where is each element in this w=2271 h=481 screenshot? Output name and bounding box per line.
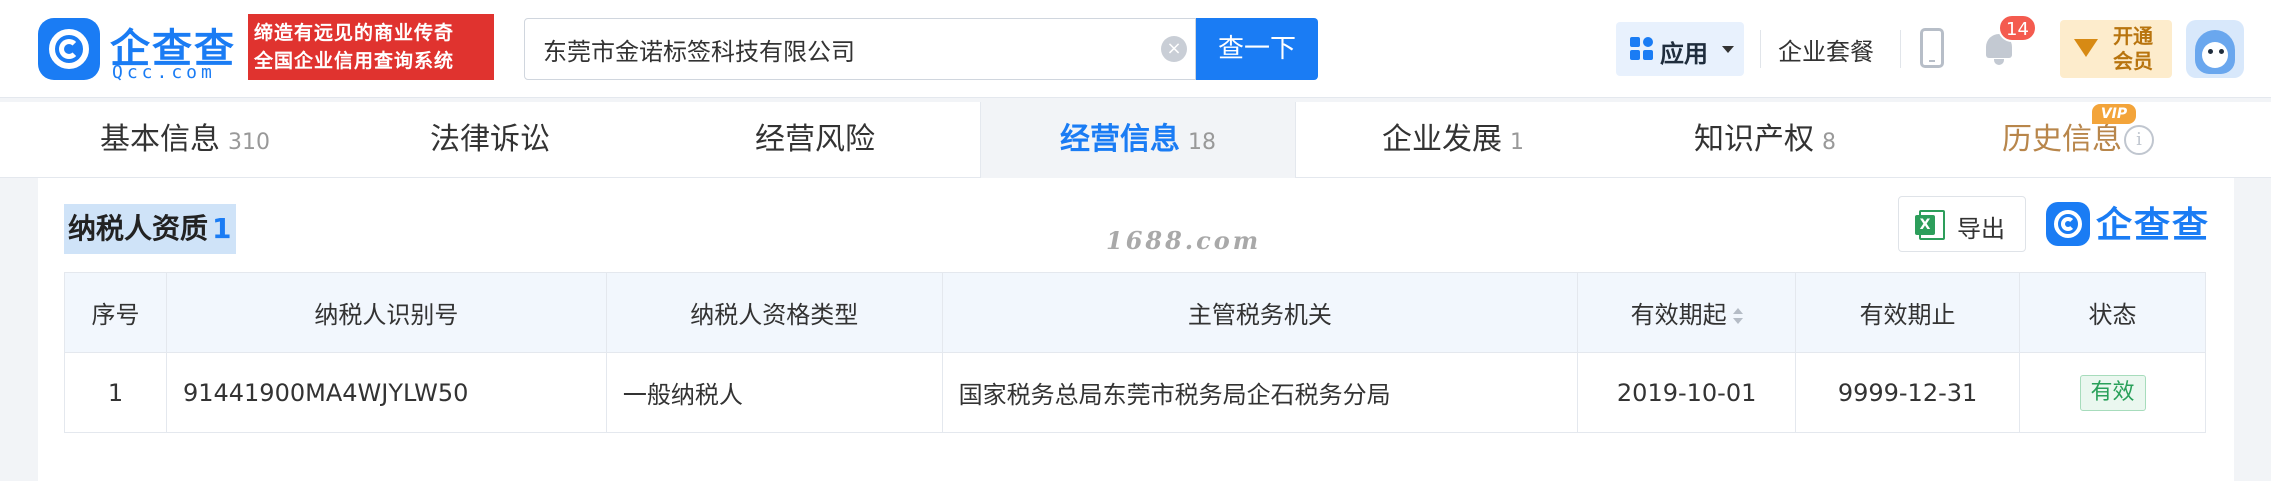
- tab-legal[interactable]: 法律诉讼: [330, 102, 650, 178]
- tab-count: 310: [228, 130, 270, 155]
- info-icon[interactable]: i: [2124, 125, 2154, 155]
- tab-label: 经营信息: [1060, 122, 1180, 157]
- avatar[interactable]: [2186, 20, 2244, 78]
- tab-count: 18: [1188, 130, 1216, 155]
- tab-count: 8: [1822, 130, 1836, 155]
- slogan-line-1: 缔造有远见的商业传奇: [254, 22, 455, 44]
- open-vip-line-1: 开通: [2113, 24, 2153, 48]
- notification-badge: 14: [1998, 14, 2037, 42]
- search-button[interactable]: 查一下: [1196, 18, 1318, 80]
- header-divider: [1760, 30, 1761, 68]
- export-button[interactable]: 导出: [1898, 196, 2026, 252]
- tab-label: 经营风险: [755, 122, 875, 157]
- search-box: ×: [524, 18, 1196, 80]
- col-header-index: 序号: [64, 272, 167, 353]
- export-label: 导出: [1957, 215, 2005, 243]
- cell-taxpayer-id: 91441900MA4WJYLW50: [165, 352, 607, 433]
- col-header-valid-to: 有效期止: [1795, 272, 2021, 353]
- cell-status: 有效: [2019, 352, 2206, 433]
- tab-development[interactable]: 企业发展 1: [1296, 102, 1610, 178]
- open-vip-line-2: 会员: [2113, 49, 2153, 73]
- tab-basic-info[interactable]: 基本信息 310: [40, 102, 330, 178]
- cell-valid-from: 2019-10-01: [1577, 352, 1797, 433]
- col-header-taxpayer-id: 纳税人识别号: [165, 272, 607, 353]
- table-header-row: 序号 纳税人识别号 纳税人资格类型 主管税务机关 有效期起 有效期止 状态: [64, 272, 2206, 353]
- tab-count: 1: [1510, 130, 1524, 155]
- col-header-valid-from-label: 有效期起: [1630, 301, 1727, 329]
- tab-ip[interactable]: 知识产权 8: [1610, 102, 1920, 178]
- tab-business-info[interactable]: 经营信息 18: [980, 102, 1296, 179]
- enterprise-package-link[interactable]: 企业套餐: [1778, 32, 1874, 67]
- apps-menu-label: 应用: [1660, 40, 1708, 68]
- watermark: 1688.com: [1106, 226, 1262, 255]
- cell-tax-authority[interactable]: 国家税务总局东莞市税务局企石税务分局: [941, 352, 1579, 433]
- section-title: 纳税人资质 1: [64, 204, 236, 254]
- header-divider: [1900, 30, 1901, 68]
- col-header-tax-authority: 主管税务机关: [941, 272, 1579, 353]
- qcc-brand-text: 企查查: [2096, 205, 2211, 246]
- status-badge: 有效: [2079, 374, 2146, 411]
- qcc-logo-icon: [2046, 202, 2090, 246]
- apps-grid-icon: [1630, 37, 1654, 61]
- taxpayer-table: 序号 纳税人识别号 纳税人资格类型 主管税务机关 有效期起 有效期止 状态 1 …: [64, 272, 2206, 433]
- slogan-line-2: 全国企业信用查询系统: [254, 50, 455, 72]
- tab-label: 法律诉讼: [430, 122, 550, 157]
- excel-icon: [1915, 210, 1945, 240]
- apps-menu-button[interactable]: 应用: [1616, 22, 1744, 76]
- section-title-text: 纳税人资质: [68, 212, 209, 245]
- col-header-valid-from[interactable]: 有效期起: [1577, 272, 1797, 353]
- tab-label: 知识产权: [1694, 122, 1814, 157]
- qcc-logo[interactable]: 企查查 Qcc.com: [38, 18, 238, 83]
- section-count: 1: [212, 212, 232, 245]
- sort-icon[interactable]: [1732, 308, 1743, 324]
- tab-business-risk[interactable]: 经营风险: [650, 102, 980, 178]
- company-tabs: 基本信息 310 法律诉讼 经营风险 经营信息 18 企业发展 1 知识产权 8 历史信…: [0, 102, 2271, 179]
- tab-label: 历史信息: [2002, 122, 2122, 157]
- search-input[interactable]: [543, 19, 1143, 79]
- cell-valid-to: 9999-12-31: [1795, 352, 2021, 433]
- top-header: 企查查 Qcc.com 缔造有远见的商业传奇 全国企业信用查询系统 × 查一下 …: [0, 0, 2271, 98]
- slogan-banner: 缔造有远见的商业传奇 全国企业信用查询系统: [248, 14, 494, 80]
- col-header-status: 状态: [2019, 272, 2206, 353]
- open-vip-label: 开通 会员: [2108, 24, 2158, 74]
- col-header-qualification-type: 纳税人资格类型: [605, 272, 943, 353]
- chevron-down-icon: [1722, 46, 1734, 53]
- qcc-logo-icon: [38, 18, 100, 80]
- phone-icon[interactable]: [1920, 28, 1944, 68]
- logo-domain: Qcc.com: [112, 62, 216, 83]
- open-vip-button[interactable]: 开通 会员: [2060, 20, 2172, 78]
- tab-label: 企业发展: [1382, 122, 1502, 157]
- cell-index: 1: [64, 352, 167, 433]
- search-clear-icon[interactable]: ×: [1161, 36, 1187, 62]
- tab-label: 基本信息: [100, 122, 220, 157]
- table-row: 1 91441900MA4WJYLW50 一般纳税人 国家税务总局东莞市税务局企…: [64, 352, 2206, 433]
- vip-gem-icon: [2072, 35, 2100, 63]
- vip-tag: VIP: [2092, 104, 2136, 124]
- taxpayer-section: 纳税人资质1 1688.com 导出 企查查 序号 纳税人识别号 纳税人资格类型…: [38, 178, 2234, 481]
- cell-qualification-type: 一般纳税人: [605, 352, 943, 433]
